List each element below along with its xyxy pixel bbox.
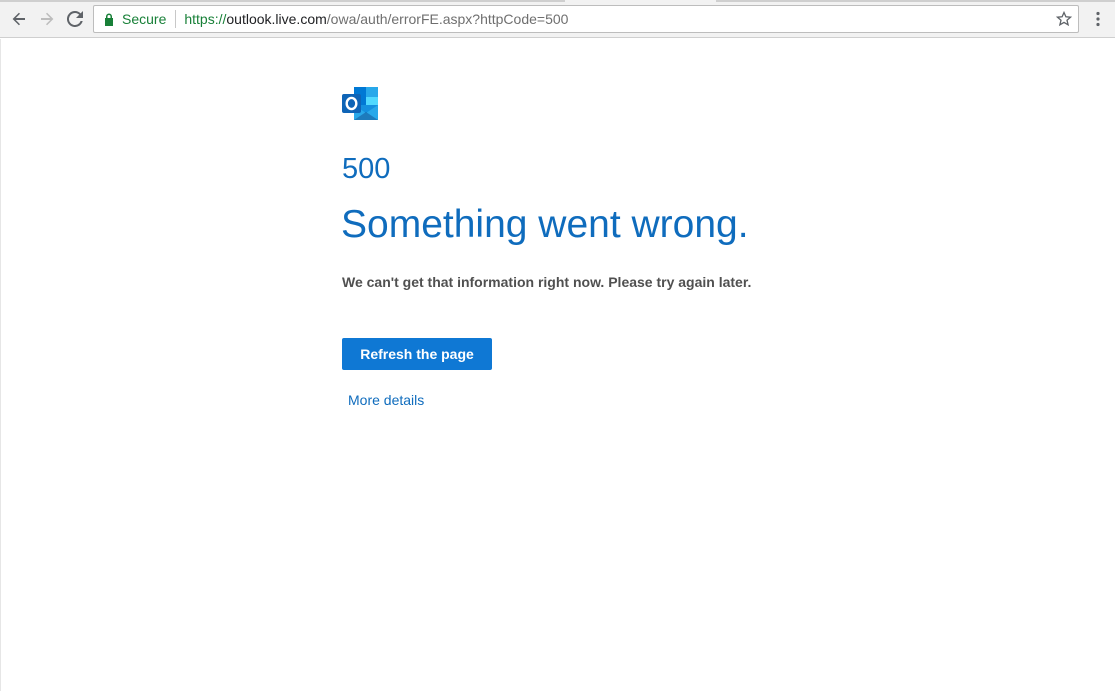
url-path: /owa/auth/errorFE.aspx?httpCode=500 xyxy=(326,11,569,27)
address-bar[interactable]: Secure https://outlook.live.com/owa/auth… xyxy=(93,5,1079,33)
tab-strip-edge xyxy=(716,0,1115,2)
secure-label: Secure xyxy=(122,11,167,27)
arrow-left-icon xyxy=(12,12,25,26)
url-scheme: https:// xyxy=(184,11,227,27)
lock-icon xyxy=(104,12,116,26)
back-button[interactable] xyxy=(6,6,32,32)
error-headline: Something went wrong. xyxy=(341,203,749,246)
omnibox-divider xyxy=(175,10,177,28)
more-details-link[interactable]: More details xyxy=(348,392,424,408)
error-code: 500 xyxy=(342,153,391,185)
outlook-logo xyxy=(342,87,378,120)
reload-button[interactable] xyxy=(62,6,88,32)
bookmark-star-icon[interactable] xyxy=(1055,10,1073,27)
browser-toolbar: Secure https://outlook.live.com/owa/auth… xyxy=(0,0,1115,38)
forward-button[interactable] xyxy=(34,6,60,32)
arrow-right-icon xyxy=(41,12,54,26)
tab-strip-edge xyxy=(0,0,565,2)
refresh-page-button[interactable]: Refresh the page xyxy=(342,338,492,370)
reload-icon xyxy=(67,11,83,27)
error-page: 500 Something went wrong. We can't get t… xyxy=(0,39,1115,691)
url-text[interactable]: https://outlook.live.com/owa/auth/errorF… xyxy=(184,11,568,27)
browser-menu-button[interactable] xyxy=(1087,6,1109,32)
error-message: We can't get that information right now.… xyxy=(342,274,752,290)
url-host: outlook.live.com xyxy=(226,11,327,27)
kebab-menu-icon xyxy=(1096,11,1100,27)
